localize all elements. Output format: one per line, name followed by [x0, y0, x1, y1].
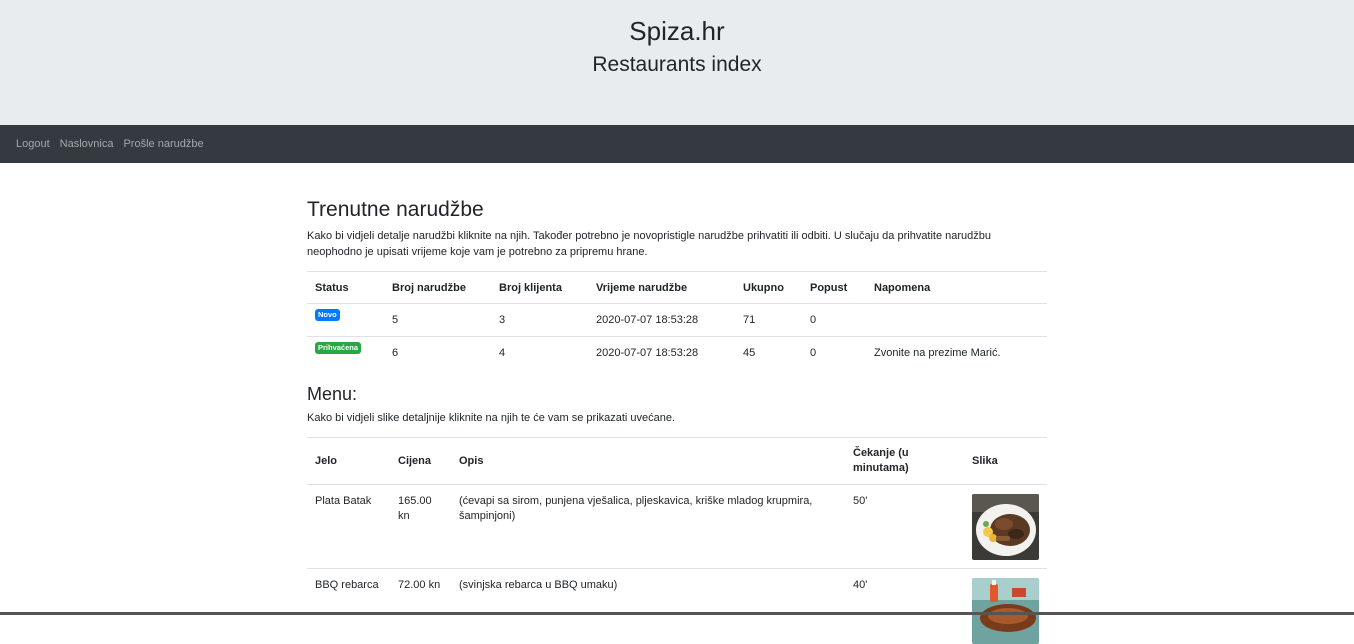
- col-client-number: Broj klijenta: [491, 272, 588, 304]
- nav-home[interactable]: Naslovnica: [60, 138, 114, 150]
- col-image: Slika: [964, 438, 1047, 485]
- dish-price: 72.00 kn: [390, 569, 451, 644]
- order-time: 2020-07-07 18:53:28: [588, 304, 735, 337]
- nav-past-orders[interactable]: Prošle narudžbe: [123, 138, 203, 150]
- menu-description: Kako bi vidjeli slike detaljnije kliknit…: [307, 410, 1047, 426]
- order-total: 71: [735, 304, 802, 337]
- col-status: Status: [307, 272, 384, 304]
- order-status-cell: Novo: [307, 304, 384, 337]
- menu-title: Menu:: [307, 383, 1047, 405]
- dish-description: (svinjska rebarca u BBQ umaku): [451, 569, 845, 644]
- dish-wait: 50': [845, 485, 964, 569]
- menu-row: BBQ rebarca 72.00 kn (svinjska rebarca u…: [307, 569, 1047, 644]
- navbar: Logout Naslovnica Prošle narudžbe: [0, 125, 1354, 163]
- order-time: 2020-07-07 18:53:28: [588, 337, 735, 370]
- menu-row: Plata Batak 165.00 kn (ćevapi sa sirom, …: [307, 485, 1047, 569]
- main-content: Trenutne narudžbe Kako bi vidjeli detalj…: [307, 163, 1047, 644]
- col-dish: Jelo: [307, 438, 390, 485]
- site-title: Spiza.hr: [0, 0, 1354, 46]
- status-badge: Novo: [315, 309, 340, 321]
- order-total: 45: [735, 337, 802, 370]
- order-status-cell: Prihvaćena: [307, 337, 384, 370]
- header-jumbotron: Spiza.hr Restaurants index: [0, 0, 1354, 125]
- page-subtitle: Restaurants index: [0, 51, 1354, 79]
- status-badge: Prihvaćena: [315, 342, 361, 354]
- col-order-number: Broj narudžbe: [384, 272, 491, 304]
- orders-header-row: Status Broj narudžbe Broj klijenta Vrije…: [307, 272, 1047, 304]
- dish-price: 165.00 kn: [390, 485, 451, 569]
- dish-image-cell: [964, 569, 1047, 644]
- col-discount: Popust: [802, 272, 866, 304]
- orders-title: Trenutne narudžbe: [307, 197, 1047, 223]
- menu-header-row: Jelo Cijena Opis Čekanje (u minutama) Sl…: [307, 438, 1047, 485]
- order-row[interactable]: Prihvaćena 6 4 2020-07-07 18:53:28 45 0 …: [307, 337, 1047, 370]
- order-number: 5: [384, 304, 491, 337]
- order-client: 4: [491, 337, 588, 370]
- col-total: Ukupno: [735, 272, 802, 304]
- order-discount: 0: [802, 337, 866, 370]
- col-price: Cijena: [390, 438, 451, 485]
- col-note: Napomena: [866, 272, 1047, 304]
- col-description: Opis: [451, 438, 845, 485]
- col-order-time: Vrijeme narudžbe: [588, 272, 735, 304]
- order-number: 6: [384, 337, 491, 370]
- orders-description: Kako bi vidjeli detalje narudžbi kliknit…: [307, 228, 1047, 260]
- order-client: 3: [491, 304, 588, 337]
- order-row[interactable]: Novo 5 3 2020-07-07 18:53:28 71 0: [307, 304, 1047, 337]
- bbq-ribs-photo[interactable]: [972, 578, 1039, 644]
- col-wait-time: Čekanje (u minutama): [845, 438, 964, 485]
- dish-name: BBQ rebarca: [307, 569, 390, 644]
- nav-logout[interactable]: Logout: [16, 138, 50, 150]
- dish-wait: 40': [845, 569, 964, 644]
- order-note: Zvonite na prezime Marić.: [866, 337, 1047, 370]
- dish-image-cell: [964, 485, 1047, 569]
- orders-table: Status Broj narudžbe Broj klijenta Vrije…: [307, 271, 1047, 369]
- dish-description: (ćevapi sa sirom, punjena vješalica, plj…: [451, 485, 845, 569]
- order-discount: 0: [802, 304, 866, 337]
- dish-name: Plata Batak: [307, 485, 390, 569]
- order-note: [866, 304, 1047, 337]
- food-platter-photo[interactable]: [972, 494, 1039, 560]
